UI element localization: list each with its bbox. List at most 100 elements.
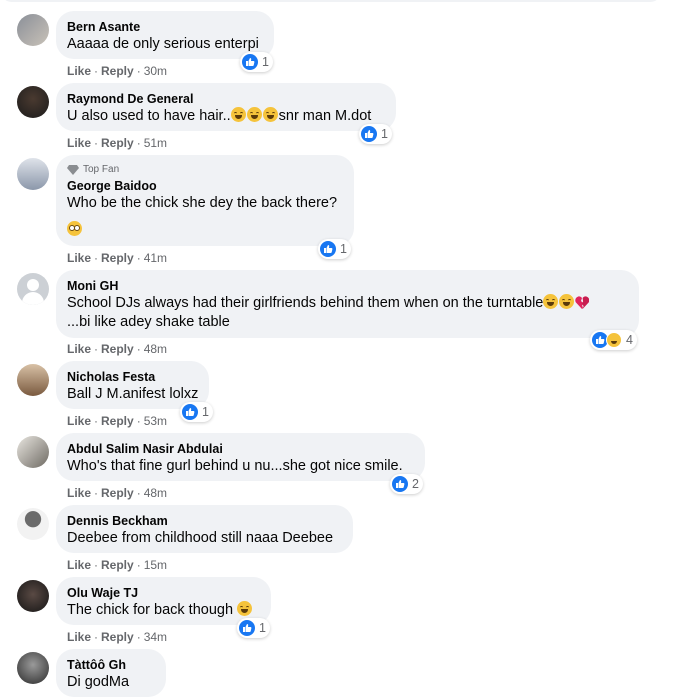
avatar[interactable] [17,436,49,468]
comment-actions: Like · Reply · 34m [67,629,167,645]
top-fan-badge: Top Fan [67,163,342,177]
like-link[interactable]: Like [67,486,91,500]
commenter-name[interactable]: Abdul Salim Nasir Abdulai [67,441,413,457]
reaction-count[interactable]: 2 [390,474,423,494]
avatar[interactable] [17,508,49,540]
reaction-count-text: 1 [340,242,347,256]
avatar[interactable] [17,86,49,118]
like-link[interactable]: Like [67,630,91,644]
reaction-count-text: 1 [262,55,269,69]
commenter-name[interactable]: Tàttôô Gh [67,657,154,673]
reply-link[interactable]: Reply [101,558,134,572]
comment-timestamp[interactable]: 34m [144,630,167,644]
commenter-name[interactable]: Moni GH [67,278,627,294]
like-link[interactable]: Like [67,136,91,150]
comment-actions: Like · Reply · 53m [67,413,167,429]
diamond-icon [67,165,79,175]
comment-actions: Like · Reply · 48m [67,341,167,357]
comment-timestamp[interactable]: 48m [144,486,167,500]
comment-timestamp[interactable]: 41m [144,251,167,265]
comment-text-main: School DJs always had their girlfriends … [67,295,544,311]
avatar[interactable] [17,273,49,305]
commenter-name[interactable]: Nicholas Festa [67,369,197,385]
comment-actions: Like · Reply · 30m [67,63,167,79]
separator-dot: · [136,414,141,428]
reaction-count-text: 1 [259,621,266,635]
commenter-name[interactable]: George Baidoo [67,178,342,194]
commenter-name[interactable]: Bern Asante [67,19,262,35]
reply-link[interactable]: Reply [101,342,134,356]
avatar[interactable] [17,364,49,396]
comment-timestamp[interactable]: 30m [144,64,167,78]
separator-dot: · [94,630,99,644]
reaction-count[interactable]: 1 [180,402,213,422]
reply-link[interactable]: Reply [101,486,134,500]
reply-link[interactable]: Reply [101,136,134,150]
separator-dot: · [94,251,99,265]
comment-actions: Like · Reply · 51m [67,135,167,151]
laughing-emoji-icon [230,107,246,122]
previous-comment-bubble-edge [0,0,662,2]
commenter-name[interactable]: Raymond De General [67,91,384,107]
reaction-count[interactable]: 4 [590,330,637,350]
comment-bubble: Dennis Beckham Deebee from childhood sti… [56,505,353,553]
reply-link[interactable]: Reply [101,630,134,644]
like-reaction-icon [392,476,408,492]
avatar[interactable] [17,158,49,190]
broken-heart-icon [575,296,590,309]
reaction-count[interactable]: 1 [318,239,351,259]
comment-text: U also used to have hair.. snr man M.dot [67,107,384,126]
comment-bubble: Raymond De General U also used to have h… [56,83,396,131]
separator-dot: · [136,64,141,78]
separator-dot: · [136,558,141,572]
reaction-count[interactable]: 1 [359,124,392,144]
reply-link[interactable]: Reply [101,414,134,428]
avatar[interactable] [17,580,49,612]
like-link[interactable]: Like [67,342,91,356]
comment-text-main: U also used to have hair.. [67,108,231,124]
comment-text: Who's that fine gurl behind u nu...she g… [67,458,403,474]
laughing-emoji-icon [246,107,262,122]
laughing-emoji-icon [559,294,575,309]
separator-dot: · [94,414,99,428]
separator-dot: · [136,486,141,500]
comment-text: Ball J M.anifest lolxz [67,386,199,402]
comment-timestamp[interactable]: 48m [144,342,167,356]
like-reaction-icon [320,241,336,257]
avatar[interactable] [17,652,49,684]
like-reaction-icon [242,54,258,70]
eye-roll-emoji-icon [67,221,82,236]
reaction-count-text: 1 [381,127,388,141]
like-link[interactable]: Like [67,64,91,78]
comment-text-main: The chick for back though [67,602,234,618]
comment-actions: Like · Reply · 41m [67,250,167,266]
comment-timestamp[interactable]: 53m [144,414,167,428]
reaction-count[interactable]: 1 [237,618,270,638]
separator-dot: · [136,630,141,644]
commenter-name[interactable]: Olu Waje TJ [67,585,259,601]
comment-timestamp[interactable]: 51m [144,136,167,150]
laughing-emoji-icon [543,294,559,309]
commenter-name[interactable]: Dennis Beckham [67,513,341,529]
reply-link[interactable]: Reply [101,251,134,265]
reply-link[interactable]: Reply [101,64,134,78]
comment-bubble: Abdul Salim Nasir Abdulai Who's that fin… [56,433,425,481]
like-link[interactable]: Like [67,251,91,265]
reaction-count-text: 4 [626,333,633,347]
separator-dot: · [94,342,99,356]
separator-dot: · [94,558,99,572]
comment-timestamp[interactable]: 15m [144,558,167,572]
comment-actions: Like · Reply · 48m [67,485,167,501]
laughing-emoji-icon [237,601,253,616]
like-link[interactable]: Like [67,414,91,428]
reaction-count[interactable]: 1 [240,52,273,72]
avatar[interactable] [17,14,49,46]
like-reaction-icon [182,404,198,420]
badge-label: Top Fan [83,164,120,175]
laughing-emoji-icon [262,107,278,122]
reaction-count-text: 2 [412,477,419,491]
haha-reaction-icon [606,332,622,348]
separator-dot: · [136,342,141,356]
comment-actions: Like · Reply · 15m [67,557,167,573]
like-link[interactable]: Like [67,558,91,572]
